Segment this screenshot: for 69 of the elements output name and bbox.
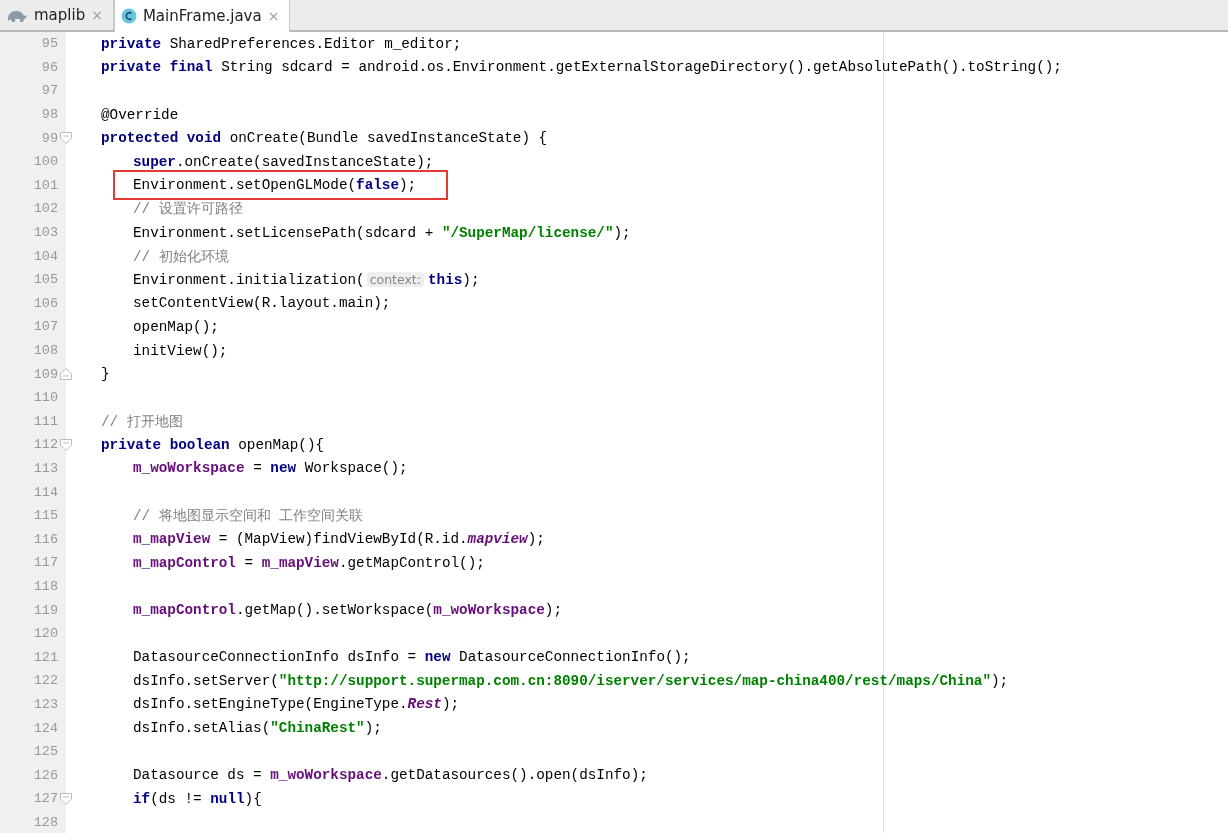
line-number: 121 bbox=[32, 649, 59, 665]
line-number: 128 bbox=[32, 814, 59, 830]
code-line: dsInfo.setServer("http://support.supermap.com.cn:8090/iserver/services/map-china400/rest/maps/China"); bbox=[133, 672, 1009, 689]
fold-icon[interactable] bbox=[60, 368, 72, 381]
line-number: 106 bbox=[32, 295, 59, 311]
editor-tab[interactable]: MainFrame.java × bbox=[113, 0, 291, 32]
code-line: private final String sdcard = android.os.Environment.getExternalStorageDirectory().getAbsolutePath().toString(); bbox=[101, 59, 1062, 76]
code-line: // 将地图显示空间和 工作空间关联 bbox=[133, 507, 364, 526]
line-number: 127 bbox=[32, 791, 59, 807]
code-line: if(ds != null){ bbox=[133, 790, 262, 807]
code-line: super.onCreate(savedInstanceState); bbox=[133, 153, 434, 170]
line-number: 120 bbox=[32, 626, 59, 642]
tab-label: MainFrame.java bbox=[142, 7, 262, 25]
line-number: 107 bbox=[32, 319, 59, 335]
line-number: 103 bbox=[32, 225, 59, 241]
line-number: 105 bbox=[32, 272, 59, 288]
code-line: // 设置许可路径 bbox=[133, 200, 243, 219]
fold-icon[interactable] bbox=[60, 438, 72, 451]
code-line: DatasourceConnectionInfo dsInfo = new DatasourceConnectionInfo(); bbox=[133, 649, 691, 666]
fold-icon[interactable] bbox=[60, 792, 72, 805]
code-line: private boolean openMap(){ bbox=[101, 436, 325, 453]
code-line: m_mapControl.getMap().setWorkspace(m_woWorkspace); bbox=[133, 602, 563, 619]
class-icon bbox=[120, 8, 137, 24]
code-line: m_woWorkspace = new Workspace(); bbox=[133, 460, 408, 477]
line-number: 125 bbox=[32, 744, 59, 760]
line-number: 101 bbox=[32, 177, 59, 193]
code-line: openMap(); bbox=[133, 318, 219, 335]
line-number: 102 bbox=[32, 201, 59, 217]
code-line: Environment.initialization( context: this); bbox=[133, 271, 480, 288]
line-number: 115 bbox=[32, 508, 59, 524]
line-number: 113 bbox=[32, 461, 59, 476]
line-number: 117 bbox=[32, 555, 59, 571]
code-line: } bbox=[101, 366, 110, 383]
line-number: 122 bbox=[32, 673, 59, 689]
line-number: 95 bbox=[40, 36, 59, 52]
line-number: 97 bbox=[40, 83, 59, 99]
code-line: m_mapControl = m_mapView.getMapControl(); bbox=[133, 554, 485, 571]
line-number: 108 bbox=[32, 343, 59, 358]
code-line: dsInfo.setAlias("ChinaRest"); bbox=[133, 720, 382, 736]
line-number: 118 bbox=[32, 578, 59, 594]
code-line: initView(); bbox=[133, 342, 228, 359]
line-number: 119 bbox=[32, 602, 59, 618]
fold-icon[interactable] bbox=[60, 132, 72, 145]
code-line: // 初始化环境 bbox=[133, 247, 229, 266]
code-line: dsInfo.setEngineType(EngineType.Rest); bbox=[133, 696, 460, 713]
line-number: 114 bbox=[32, 484, 59, 500]
code-line: // 打开地图 bbox=[101, 412, 183, 431]
code-line: Environment.setLicensePath(sdcard + "/SuperMap/license/"); bbox=[133, 224, 631, 241]
line-number: 110 bbox=[32, 390, 59, 406]
line-number: 123 bbox=[32, 696, 59, 712]
line-number: 100 bbox=[32, 154, 59, 170]
line-number: 126 bbox=[32, 767, 59, 783]
code-line: setContentView(R.layout.main); bbox=[133, 295, 391, 312]
code-line: m_mapView = (MapView)findViewById(R.id.mapview); bbox=[133, 531, 545, 548]
line-number: 116 bbox=[32, 531, 59, 547]
line-number: 104 bbox=[32, 248, 59, 264]
code-line: @Override bbox=[101, 106, 179, 123]
line-number: 112 bbox=[32, 437, 59, 453]
code-line: Datasource ds = m_woWorkspace.getDatasources().open(dsInfo); bbox=[133, 767, 648, 784]
line-number: 111 bbox=[32, 413, 59, 429]
code-line: protected void onCreate(Bundle savedInstanceState) { bbox=[101, 130, 548, 147]
line-number: 99 bbox=[40, 130, 59, 146]
line-number: 98 bbox=[40, 107, 59, 123]
line-number: 96 bbox=[40, 59, 59, 75]
line-number: 124 bbox=[32, 720, 59, 736]
editor-tab[interactable]: maplib × bbox=[0, 0, 114, 30]
code-line: private SharedPreferences.Editor m_editor; bbox=[101, 35, 462, 52]
line-number: 109 bbox=[32, 366, 59, 382]
tab-label: maplib bbox=[34, 6, 86, 24]
